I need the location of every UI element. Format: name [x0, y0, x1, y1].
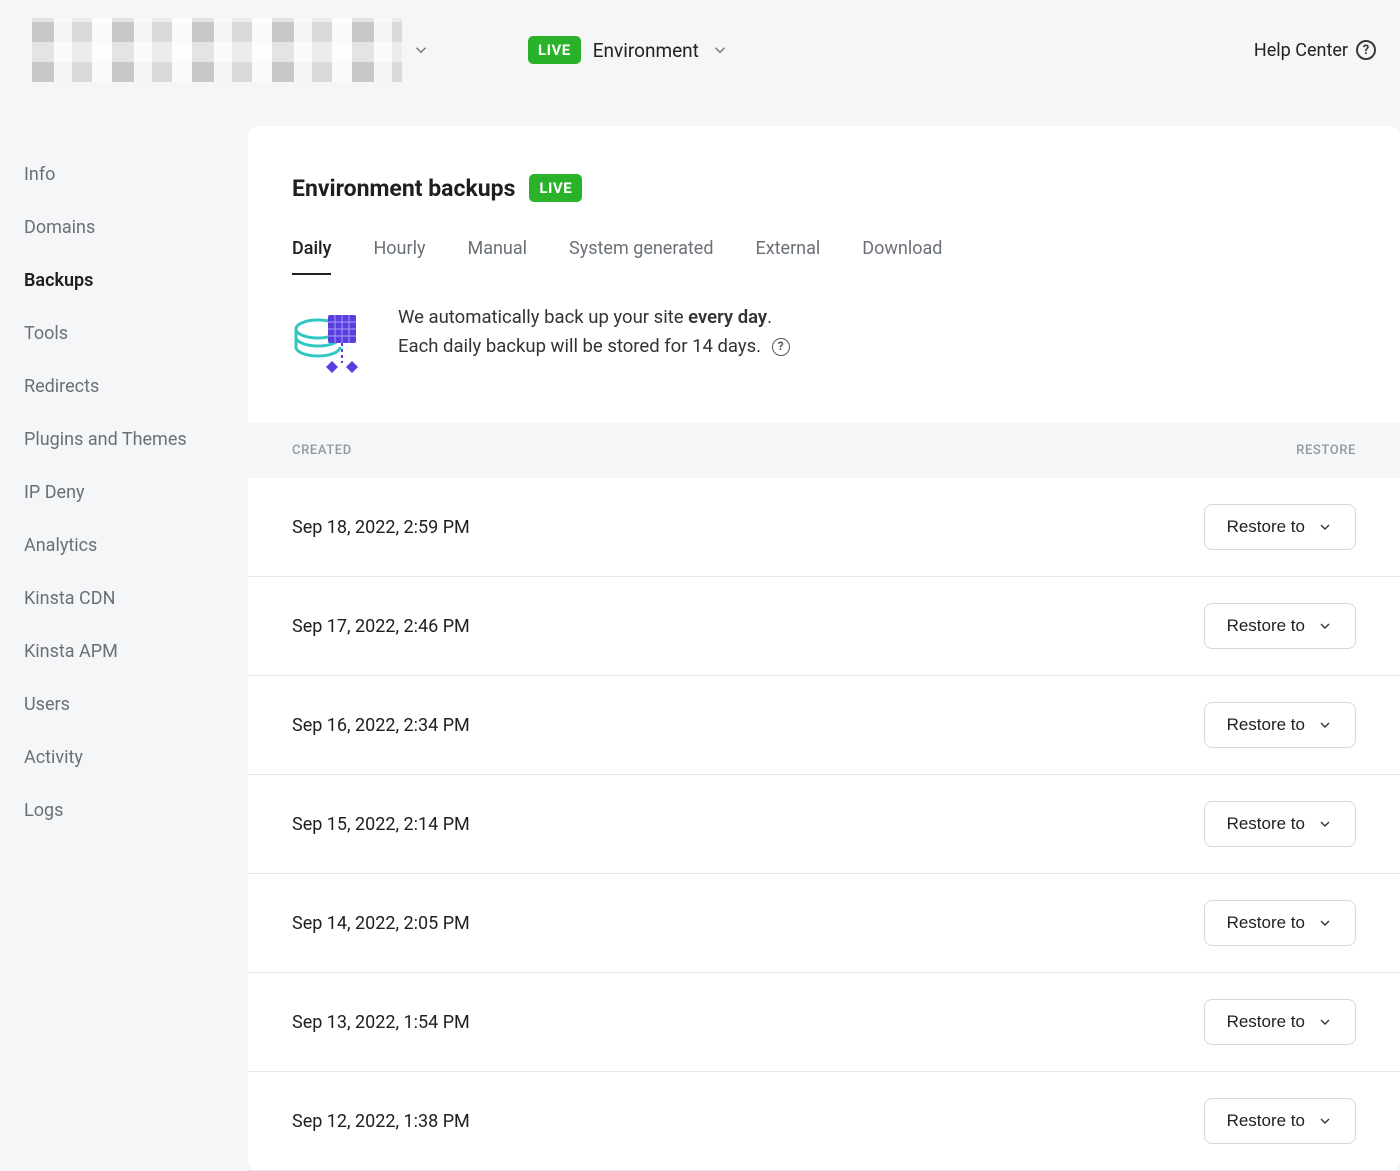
sidebar: InfoDomainsBackupsToolsRedirectsPlugins …	[0, 100, 248, 1171]
help-icon: ?	[1356, 40, 1376, 60]
restore-button-label: Restore to	[1227, 616, 1305, 636]
backup-created: Sep 16, 2022, 2:34 PM	[292, 715, 470, 736]
chevron-down-icon	[1317, 717, 1333, 733]
sidebar-item-users[interactable]: Users	[24, 678, 248, 731]
col-created: CREATED	[292, 443, 352, 458]
environment-label: Environment	[593, 39, 699, 62]
site-switcher[interactable]	[24, 8, 438, 92]
tab-external[interactable]: External	[755, 238, 820, 275]
tabs: Daily Hourly Manual System generated Externa…	[292, 238, 1356, 275]
sidebar-item-cdn[interactable]: Kinsta CDN	[24, 572, 248, 625]
restore-to-button[interactable]: Restore to	[1204, 504, 1356, 550]
main-panel: Environment backups LIVE Daily Hourly Manu…	[248, 126, 1400, 1171]
sidebar-item-analytics[interactable]: Analytics	[24, 519, 248, 572]
help-icon[interactable]: ?	[772, 338, 790, 356]
restore-button-label: Restore to	[1227, 1012, 1305, 1032]
info-line2: Each daily backup will be stored for 14 …	[398, 335, 761, 357]
top-bar: LIVE Environment Help Center ?	[0, 0, 1400, 100]
chevron-down-icon	[1317, 1113, 1333, 1129]
info-line1-bold: every day	[688, 306, 767, 328]
sidebar-item-logs[interactable]: Logs	[24, 784, 248, 837]
environment-switcher[interactable]: LIVE Environment	[528, 36, 729, 64]
sidebar-item-plugins[interactable]: Plugins and Themes	[24, 413, 248, 466]
restore-button-label: Restore to	[1227, 517, 1305, 537]
backup-created: Sep 14, 2022, 2:05 PM	[292, 913, 470, 934]
chevron-down-icon	[1317, 1014, 1333, 1030]
restore-to-button[interactable]: Restore to	[1204, 801, 1356, 847]
restore-button-label: Restore to	[1227, 715, 1305, 735]
restore-to-button[interactable]: Restore to	[1204, 999, 1356, 1045]
table-row: Sep 12, 2022, 1:38 PM Restore to	[248, 1072, 1400, 1171]
restore-to-button[interactable]: Restore to	[1204, 603, 1356, 649]
chevron-down-icon	[1317, 618, 1333, 634]
backups-table: CREATED RESTORE Sep 18, 2022, 2:59 PM Res…	[248, 423, 1400, 1171]
backup-created: Sep 15, 2022, 2:14 PM	[292, 814, 470, 835]
restore-to-button[interactable]: Restore to	[1204, 900, 1356, 946]
restore-to-button[interactable]: Restore to	[1204, 1098, 1356, 1144]
sidebar-item-apm[interactable]: Kinsta APM	[24, 625, 248, 678]
info-line1-prefix: We automatically back up your site	[398, 306, 688, 328]
table-header: CREATED RESTORE	[248, 423, 1400, 478]
help-center-label: Help Center	[1254, 40, 1348, 61]
tab-download[interactable]: Download	[862, 238, 942, 275]
table-row: Sep 17, 2022, 2:46 PM Restore to	[248, 577, 1400, 676]
chevron-down-icon	[1317, 915, 1333, 931]
sidebar-item-redirects[interactable]: Redirects	[24, 360, 248, 413]
chevron-down-icon	[1317, 519, 1333, 535]
table-row: Sep 16, 2022, 2:34 PM Restore to	[248, 676, 1400, 775]
page-title: Environment backups	[292, 175, 515, 202]
help-center-link[interactable]: Help Center ?	[1254, 40, 1376, 61]
backup-created: Sep 12, 2022, 1:38 PM	[292, 1111, 470, 1132]
info-text: We automatically back up your site every…	[398, 303, 790, 360]
tab-manual[interactable]: Manual	[467, 238, 527, 275]
live-badge: LIVE	[529, 174, 582, 202]
sidebar-item-activity[interactable]: Activity	[24, 731, 248, 784]
sidebar-item-info[interactable]: Info	[24, 148, 248, 201]
chevron-down-icon	[711, 41, 729, 59]
chevron-down-icon	[412, 41, 430, 59]
site-name-redacted	[32, 18, 402, 82]
table-row: Sep 15, 2022, 2:14 PM Restore to	[248, 775, 1400, 874]
layout: InfoDomainsBackupsToolsRedirectsPlugins …	[0, 100, 1400, 1171]
live-badge: LIVE	[528, 36, 581, 64]
tab-system-generated[interactable]: System generated	[569, 238, 713, 275]
sidebar-item-ipdeny[interactable]: IP Deny	[24, 466, 248, 519]
backup-created: Sep 17, 2022, 2:46 PM	[292, 616, 470, 637]
col-restore: RESTORE	[1296, 443, 1356, 458]
tab-hourly[interactable]: Hourly	[373, 238, 425, 275]
restore-to-button[interactable]: Restore to	[1204, 702, 1356, 748]
backup-schedule-icon	[292, 303, 362, 375]
info-line1-suffix: .	[767, 306, 772, 328]
table-row: Sep 14, 2022, 2:05 PM Restore to	[248, 874, 1400, 973]
restore-button-label: Restore to	[1227, 1111, 1305, 1131]
backup-created: Sep 13, 2022, 1:54 PM	[292, 1012, 470, 1033]
backup-created: Sep 18, 2022, 2:59 PM	[292, 517, 470, 538]
restore-button-label: Restore to	[1227, 814, 1305, 834]
sidebar-item-tools[interactable]: Tools	[24, 307, 248, 360]
restore-button-label: Restore to	[1227, 913, 1305, 933]
table-row: Sep 18, 2022, 2:59 PM Restore to	[248, 478, 1400, 577]
sidebar-item-backups[interactable]: Backups	[24, 254, 248, 307]
sidebar-item-domains[interactable]: Domains	[24, 201, 248, 254]
table-row: Sep 13, 2022, 1:54 PM Restore to	[248, 973, 1400, 1072]
chevron-down-icon	[1317, 816, 1333, 832]
tab-daily[interactable]: Daily	[292, 238, 331, 275]
